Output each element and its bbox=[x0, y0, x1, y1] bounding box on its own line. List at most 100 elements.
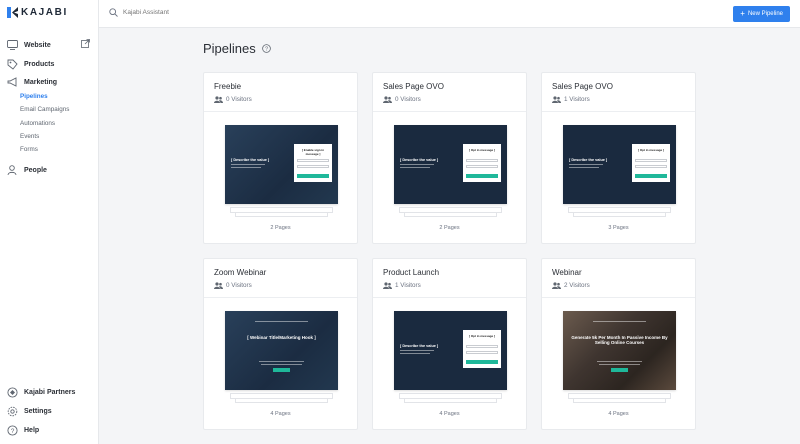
sidebar-subitem-email-campaigns[interactable]: Email Campaigns bbox=[20, 106, 69, 113]
kajabi-logo[interactable]: KAJABI bbox=[7, 7, 68, 18]
card-title: Webinar bbox=[552, 268, 582, 277]
page-preview-thumbnail: [ Describe the value ] [ Opt in message … bbox=[563, 125, 676, 204]
preview-text-line bbox=[599, 364, 640, 365]
page-title: Pipelines bbox=[203, 41, 256, 56]
card-title: Product Launch bbox=[383, 268, 440, 277]
card-visitors-count: 1 Visitors bbox=[564, 96, 590, 103]
card-divider bbox=[373, 111, 526, 112]
preview-sheet bbox=[399, 393, 502, 399]
preview-form-input bbox=[466, 345, 498, 348]
sidebar-subitem-automations[interactable]: Automations bbox=[20, 120, 55, 127]
sidebar-item-label: Help bbox=[24, 426, 40, 434]
card-visitors-count: 1 Visitors bbox=[395, 282, 421, 289]
sidebar-item-marketing[interactable]: Marketing bbox=[6, 75, 92, 89]
preview-form-input bbox=[635, 165, 667, 168]
page-preview-thumbnail: [ Webinar Title/Marketing Hook ] bbox=[225, 311, 338, 390]
help-icon: ? bbox=[6, 424, 18, 436]
new-pipeline-button[interactable]: + New Pipeline bbox=[733, 6, 790, 22]
preview-optin-form: [ Opt in message ] bbox=[463, 144, 501, 182]
preview-text-line bbox=[400, 167, 430, 168]
preview-text-line bbox=[261, 364, 302, 365]
preview-form-title: [ Opt in message ] bbox=[468, 334, 495, 338]
kajabi-logo-mark-icon bbox=[7, 7, 18, 18]
sidebar-item-kajabi-partners[interactable]: Kajabi Partners bbox=[6, 385, 92, 399]
svg-text:?: ? bbox=[10, 428, 14, 435]
pipeline-card[interactable]: Product Launch 1 Visitors [ Describe the… bbox=[372, 258, 527, 430]
card-preview-stack[interactable]: [ Describe the value ] [ Enable sign in … bbox=[225, 125, 338, 220]
card-preview-stack[interactable]: [ Describe the value ] [ Opt in message … bbox=[563, 125, 676, 220]
sidebar-item-label: Kajabi Partners bbox=[24, 388, 76, 396]
sidebar-item-label: Marketing bbox=[24, 78, 58, 86]
preview-form-button bbox=[297, 174, 329, 178]
preview-form-input bbox=[466, 159, 498, 162]
card-preview-stack[interactable]: [ Webinar Title/Marketing Hook ] bbox=[225, 311, 338, 406]
search-box[interactable] bbox=[109, 8, 303, 17]
preview-sheet bbox=[568, 393, 671, 399]
card-page-count: 2 Pages bbox=[439, 225, 460, 231]
preview-headline: Generate 5k Per Month In Passive Income … bbox=[571, 335, 668, 345]
card-preview-stack[interactable]: [ Describe the value ] [ Opt in message … bbox=[394, 311, 507, 406]
pipeline-card[interactable]: Sales Page OVO 1 Visitors [ Describe the… bbox=[541, 72, 696, 244]
top-bar: + New Pipeline bbox=[99, 0, 800, 28]
preview-form-input bbox=[466, 165, 498, 168]
preview-form-input bbox=[466, 351, 498, 354]
monitor-icon bbox=[6, 39, 18, 51]
card-visitors-count: 2 Visitors bbox=[564, 282, 590, 289]
pipeline-card[interactable]: Zoom Webinar 0 Visitors [ Webinar Title/… bbox=[203, 258, 358, 430]
card-preview-stack[interactable]: Generate 5k Per Month In Passive Income … bbox=[563, 311, 676, 406]
preview-optin-form: [ Opt in message ] bbox=[632, 144, 670, 182]
card-visitors: 1 Visitors bbox=[552, 96, 590, 103]
card-divider bbox=[542, 297, 695, 298]
preview-sheet bbox=[399, 207, 502, 213]
card-visitors: 0 Visitors bbox=[214, 282, 252, 289]
sidebar-item-help[interactable]: ? Help bbox=[6, 423, 92, 437]
users-icon bbox=[214, 282, 223, 289]
card-divider bbox=[373, 297, 526, 298]
card-page-count: 4 Pages bbox=[270, 411, 291, 417]
person-icon bbox=[6, 164, 18, 176]
preview-form-title: [ Enable sign in message ] bbox=[301, 148, 325, 156]
card-visitors: 0 Visitors bbox=[383, 96, 421, 103]
pipeline-card[interactable]: Webinar 2 Visitors Generate 5k Per Month… bbox=[541, 258, 696, 430]
search-input[interactable] bbox=[123, 9, 303, 16]
external-link-icon[interactable] bbox=[81, 39, 90, 48]
page-preview-thumbnail: [ Describe the value ] [ Opt in message … bbox=[394, 311, 507, 390]
card-page-count: 4 Pages bbox=[439, 411, 460, 417]
users-icon bbox=[552, 282, 561, 289]
card-visitors-count: 0 Visitors bbox=[395, 96, 421, 103]
logo-text: KAJABI bbox=[21, 7, 68, 18]
sidebar-subitem-forms[interactable]: Forms bbox=[20, 146, 38, 153]
sidebar: KAJABI Website Products Marketing Pipeli… bbox=[0, 0, 99, 444]
preview-headline: [ Describe the value ] bbox=[231, 158, 270, 162]
sidebar-item-website[interactable]: Website bbox=[6, 38, 92, 52]
preview-form-input bbox=[635, 159, 667, 162]
preview-optin-form: [ Opt in message ] bbox=[463, 330, 501, 368]
sidebar-subitem-events[interactable]: Events bbox=[20, 133, 39, 140]
preview-text-line bbox=[255, 321, 308, 322]
sidebar-subitem-pipelines[interactable]: Pipelines bbox=[20, 93, 48, 100]
card-page-count: 3 Pages bbox=[608, 225, 629, 231]
help-icon[interactable]: ? bbox=[261, 44, 271, 53]
sidebar-item-products[interactable]: Products bbox=[6, 57, 92, 71]
preview-form-input bbox=[297, 159, 329, 162]
pipeline-card[interactable]: Freebie 0 Visitors [ Describe the value … bbox=[203, 72, 358, 244]
page-header: Pipelines ? bbox=[203, 41, 271, 56]
preview-cta-button bbox=[611, 368, 628, 372]
card-preview-stack[interactable]: [ Describe the value ] [ Opt in message … bbox=[394, 125, 507, 220]
pipeline-card[interactable]: Sales Page OVO 0 Visitors [ Describe the… bbox=[372, 72, 527, 244]
preview-sheet bbox=[568, 207, 671, 213]
card-page-count: 2 Pages bbox=[270, 225, 291, 231]
sidebar-item-label: Settings bbox=[24, 407, 52, 415]
card-visitors-count: 0 Visitors bbox=[226, 282, 252, 289]
preview-form-button bbox=[466, 360, 498, 364]
preview-headline: [ Describe the value ] bbox=[569, 158, 608, 162]
card-visitors: 0 Visitors bbox=[214, 96, 252, 103]
sidebar-item-people[interactable]: People bbox=[6, 163, 92, 177]
sidebar-item-settings[interactable]: Settings bbox=[6, 404, 92, 418]
preview-headline: [ Webinar Title/Marketing Hook ] bbox=[247, 335, 316, 340]
gear-icon bbox=[6, 405, 18, 417]
preview-text-line bbox=[569, 164, 603, 165]
card-title: Zoom Webinar bbox=[214, 268, 267, 277]
page-preview-thumbnail: [ Describe the value ] [ Enable sign in … bbox=[225, 125, 338, 204]
preview-text-line bbox=[593, 321, 646, 322]
